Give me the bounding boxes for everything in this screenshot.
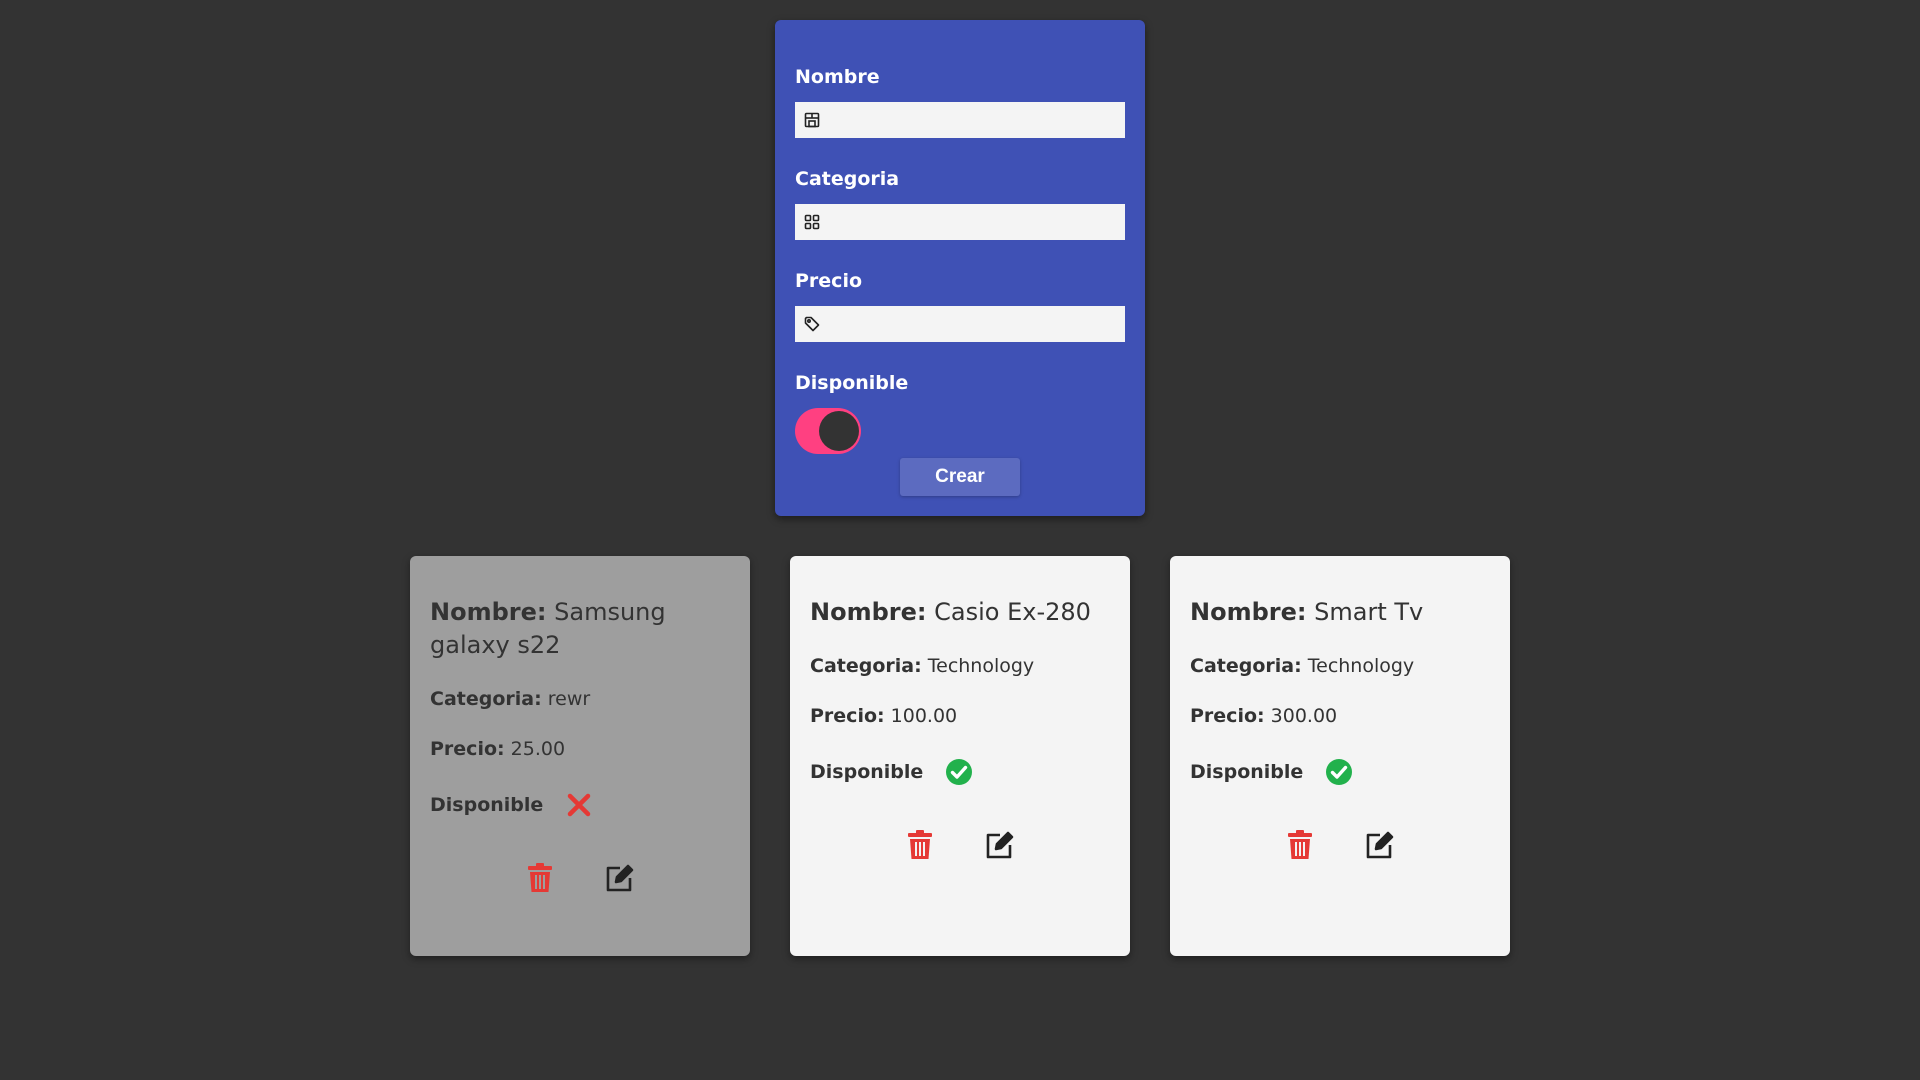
grid-icon bbox=[803, 213, 821, 231]
available-label: Disponible bbox=[795, 372, 909, 394]
product-category: Categoria: Technology bbox=[1190, 653, 1490, 679]
product-price-value: 300.00 bbox=[1270, 705, 1338, 727]
delete-button[interactable] bbox=[524, 862, 556, 894]
product-availability-label: Disponible bbox=[430, 794, 544, 816]
product-card: Nombre: Smart Tv Categoria: Technology P… bbox=[1170, 556, 1510, 956]
edit-icon bbox=[606, 864, 634, 892]
product-price-label: Precio: bbox=[1190, 705, 1265, 727]
product-actions bbox=[1190, 829, 1490, 861]
trash-icon bbox=[908, 830, 932, 859]
edit-icon bbox=[1366, 831, 1394, 859]
price-field[interactable] bbox=[795, 305, 1125, 343]
product-category-label: Categoria: bbox=[810, 655, 922, 677]
product-price-label: Precio: bbox=[810, 705, 885, 727]
edit-icon bbox=[986, 831, 1014, 859]
product-category-label: Categoria: bbox=[430, 688, 542, 710]
product-price: Precio: 300.00 bbox=[1190, 703, 1490, 729]
store-icon bbox=[803, 111, 821, 129]
trash-icon bbox=[528, 863, 552, 892]
product-availability: Disponible bbox=[430, 790, 730, 820]
product-price-value: 25.00 bbox=[510, 738, 566, 760]
delete-button[interactable] bbox=[1284, 829, 1316, 861]
edit-button[interactable] bbox=[984, 829, 1016, 861]
edit-button[interactable] bbox=[1364, 829, 1396, 861]
product-name-label: Nombre: bbox=[430, 598, 547, 626]
name-label: Nombre bbox=[795, 66, 880, 88]
delete-button[interactable] bbox=[904, 829, 936, 861]
product-availability: Disponible bbox=[810, 757, 1110, 787]
toggle-thumb bbox=[819, 411, 859, 451]
product-category: Categoria: rewr bbox=[430, 686, 730, 712]
product-actions bbox=[810, 829, 1110, 861]
name-field[interactable] bbox=[795, 101, 1125, 139]
trash-icon bbox=[1288, 830, 1312, 859]
available-toggle[interactable] bbox=[795, 408, 861, 454]
check-circle-icon bbox=[1325, 758, 1353, 786]
cross-icon bbox=[565, 791, 593, 819]
product-category-label: Categoria: bbox=[1190, 655, 1302, 677]
product-price: Precio: 25.00 bbox=[430, 736, 730, 762]
price-label: Precio bbox=[795, 270, 863, 292]
product-category-value: Technology bbox=[1307, 655, 1415, 677]
tag-icon bbox=[803, 315, 821, 333]
product-category-value: rewr bbox=[547, 688, 591, 710]
product-category: Categoria: Technology bbox=[810, 653, 1110, 679]
check-circle-icon bbox=[945, 758, 973, 786]
product-name: Nombre: Smart Tv bbox=[1190, 596, 1490, 629]
edit-button[interactable] bbox=[604, 862, 636, 894]
create-button[interactable]: Crear bbox=[900, 458, 1020, 496]
product-availability-label: Disponible bbox=[810, 761, 924, 783]
category-label: Categoria bbox=[795, 168, 900, 190]
product-name: Nombre: Samsung galaxy s22 bbox=[430, 596, 730, 662]
product-card: Nombre: Samsung galaxy s22 Categoria: re… bbox=[410, 556, 750, 956]
product-price-label: Precio: bbox=[430, 738, 505, 760]
name-input[interactable] bbox=[829, 101, 1125, 139]
category-input[interactable] bbox=[829, 203, 1125, 241]
page: Nombre Categoria Precio Disponible Crear… bbox=[0, 0, 1920, 1080]
product-name: Nombre: Casio Ex-280 bbox=[810, 596, 1110, 629]
product-availability: Disponible bbox=[1190, 757, 1490, 787]
product-card: Nombre: Casio Ex-280 Categoria: Technolo… bbox=[790, 556, 1130, 956]
category-field[interactable] bbox=[795, 203, 1125, 241]
product-actions bbox=[430, 862, 730, 894]
product-form: Nombre Categoria Precio Disponible Crear bbox=[775, 20, 1145, 516]
product-name-label: Nombre: bbox=[1190, 598, 1307, 626]
product-name-value: Casio Ex-280 bbox=[934, 598, 1091, 626]
product-name-value: Smart Tv bbox=[1314, 598, 1424, 626]
product-category-value: Technology bbox=[927, 655, 1035, 677]
product-price-value: 100.00 bbox=[890, 705, 958, 727]
product-price: Precio: 100.00 bbox=[810, 703, 1110, 729]
product-availability-label: Disponible bbox=[1190, 761, 1304, 783]
product-name-label: Nombre: bbox=[810, 598, 927, 626]
price-input[interactable] bbox=[829, 305, 1125, 343]
